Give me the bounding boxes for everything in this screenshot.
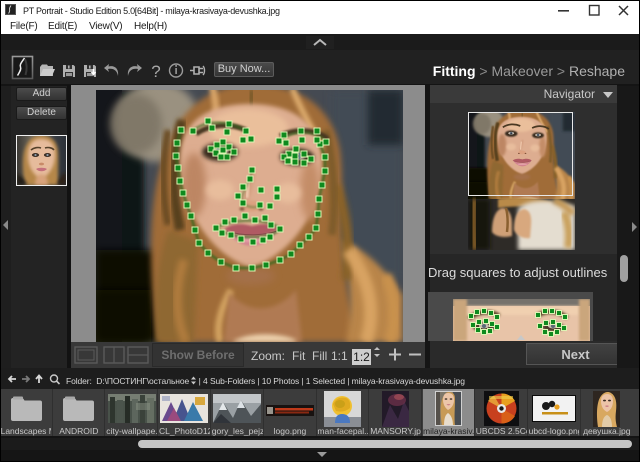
svg-text:?: ? xyxy=(151,62,160,81)
